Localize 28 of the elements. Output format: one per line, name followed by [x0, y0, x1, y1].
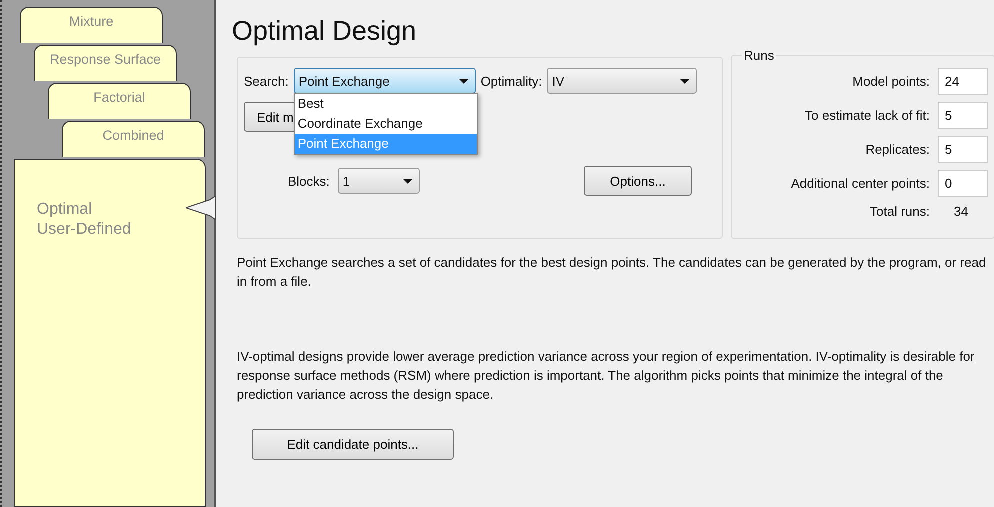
- optimality-description: IV-optimal designs provide lower average prediction variance across your region of experimentation. IV-optimality is desirable for response surface methods (RSM) where prediction is important. The algorithm picks points that minimize the integral of the prediction variance across the design space.: [237, 348, 976, 404]
- input-field[interactable]: 0: [938, 170, 988, 197]
- search-description: Point Exchange searches a set of candidates for the best design points. The candidates can be generated by the program, or read in from a file.: [237, 254, 988, 291]
- caret-icon: [458, 78, 469, 84]
- edit-candidates-button[interactable]: Edit candidate points...: [252, 429, 454, 460]
- input-field[interactable]: 5: [938, 102, 988, 129]
- page-title: Optimal Design: [232, 16, 418, 47]
- search-label: Search:: [244, 74, 289, 88]
- caret-icon: [402, 178, 413, 184]
- optimality-label: Optimality:: [480, 74, 542, 88]
- input-field[interactable]: 5: [938, 136, 988, 163]
- total-value: 34: [953, 204, 970, 219]
- blocks-dropdown[interactable]: 1: [338, 168, 420, 194]
- options-button[interactable]: Options...: [584, 166, 692, 196]
- total-label: Total runs:: [870, 204, 930, 219]
- input-field[interactable]: 24: [938, 68, 988, 95]
- field-label: To estimate lack of fit:: [805, 108, 930, 123]
- field-label: Additional center points:: [791, 176, 930, 191]
- group-title: Runs: [742, 48, 776, 63]
- blocks-label: Blocks:: [288, 174, 330, 188]
- field-label: Model points:: [852, 74, 930, 89]
- search-dropdown[interactable]: Point Exchange: [294, 68, 476, 94]
- caret-icon: [680, 78, 690, 84]
- dropdown-option[interactable]: Coordinate Exchange: [294, 114, 477, 134]
- pointer-icon: [186, 196, 216, 220]
- dropdown-option[interactable]: Best: [294, 94, 477, 114]
- optimality-dropdown[interactable]: IV: [547, 68, 698, 94]
- field-label: Replicates:: [866, 142, 930, 157]
